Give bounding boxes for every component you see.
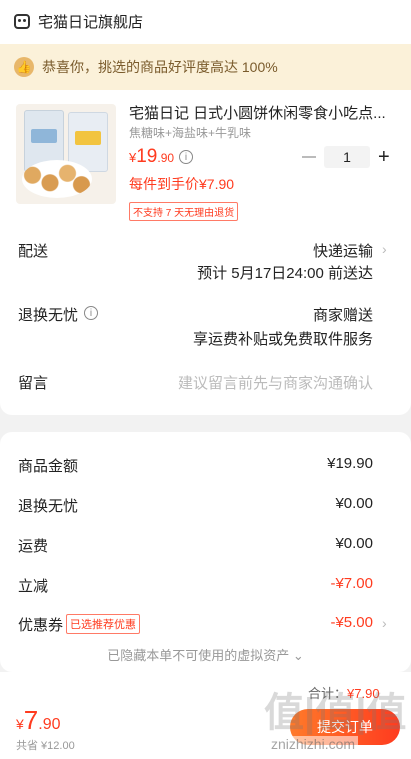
total-amount: 合计：¥7.90 bbox=[308, 683, 380, 702]
quantity-input[interactable]: 1 bbox=[324, 146, 370, 168]
coupon-value[interactable]: -¥5.00 bbox=[330, 614, 373, 631]
return-service-value: 商家赠送 bbox=[312, 307, 373, 324]
price-decimal: .90 bbox=[38, 716, 61, 733]
delivery-method[interactable]: 快递运输 bbox=[313, 240, 373, 261]
info-icon[interactable]: i bbox=[84, 306, 98, 320]
store-header[interactable]: 宅猫日记旗舰店 bbox=[14, 10, 143, 32]
message-input[interactable]: 建议留言前先与商家沟通确认 bbox=[178, 372, 373, 393]
product-title[interactable]: 宅猫日记 日式小圆饼休闲零食小吃点... bbox=[129, 102, 391, 123]
submit-order-button[interactable]: 提交订单 bbox=[290, 709, 400, 745]
info-icon[interactable]: i bbox=[179, 150, 193, 164]
store-icon bbox=[14, 13, 30, 29]
shipping-label: 运费 bbox=[18, 538, 49, 555]
no-return-badge: 不支持 7 天无理由退货 bbox=[129, 202, 239, 221]
return-service-detail: 享运费补贴或免费取件服务 bbox=[192, 331, 373, 348]
product-spec[interactable]: 焦糖味+海盐味+牛乳味 bbox=[129, 124, 251, 141]
product-image[interactable] bbox=[16, 104, 116, 204]
total-value: ¥7.90 bbox=[347, 686, 380, 701]
banner-text: 恭喜你，挑选的商品好评度高达 100% bbox=[42, 59, 278, 75]
goods-amount-value: ¥19.90 bbox=[327, 455, 373, 472]
saved-amount: 共省 ¥12.00 bbox=[16, 740, 75, 752]
hidden-assets-note[interactable]: 已隐藏本单不可使用的虚拟资产 ⌄ bbox=[0, 645, 411, 664]
price-decimal: .90 bbox=[157, 151, 175, 165]
quantity-stepper: 1 + bbox=[302, 146, 390, 168]
coupon-tag: 已选推荐优惠 bbox=[66, 614, 140, 634]
chevron-right-icon[interactable]: › bbox=[382, 615, 387, 631]
price-integer: 7 bbox=[23, 705, 39, 735]
decrease-button[interactable] bbox=[302, 156, 316, 158]
return-fee-label: 退换无忧 bbox=[18, 498, 79, 515]
rating-banner: 👍 恭喜你，挑选的商品好评度高达 100% bbox=[0, 44, 411, 90]
discount-label: 立减 bbox=[18, 578, 49, 595]
increase-button[interactable]: + bbox=[378, 147, 390, 167]
product-price: ¥ 19 .90 bbox=[129, 146, 174, 168]
return-service-label: 退换无忧 bbox=[18, 307, 79, 324]
goods-amount-label: 商品金额 bbox=[18, 458, 79, 475]
footer-price: ¥ 7 .90 bbox=[16, 705, 61, 736]
store-name: 宅猫日记旗舰店 bbox=[38, 13, 144, 31]
price-integer: 19 bbox=[136, 146, 158, 167]
coupon-label: 优惠券 bbox=[18, 617, 64, 634]
chevron-right-icon[interactable]: › bbox=[382, 241, 387, 257]
message-label: 留言 bbox=[18, 375, 49, 392]
delivery-eta: 预计 5月17日24:00 前送达 bbox=[197, 265, 373, 282]
price-symbol: ¥ bbox=[129, 150, 137, 165]
shipping-value: ¥0.00 bbox=[335, 535, 373, 552]
total-label: 合计： bbox=[308, 686, 348, 701]
per-unit-price: 每件到手价¥7.90 bbox=[129, 176, 235, 192]
delivery-label: 配送 bbox=[18, 243, 49, 260]
discount-value: -¥7.00 bbox=[330, 575, 373, 592]
return-fee-value: ¥0.00 bbox=[335, 495, 373, 512]
price-symbol: ¥ bbox=[16, 716, 24, 732]
thumbs-up-icon: 👍 bbox=[14, 57, 34, 77]
